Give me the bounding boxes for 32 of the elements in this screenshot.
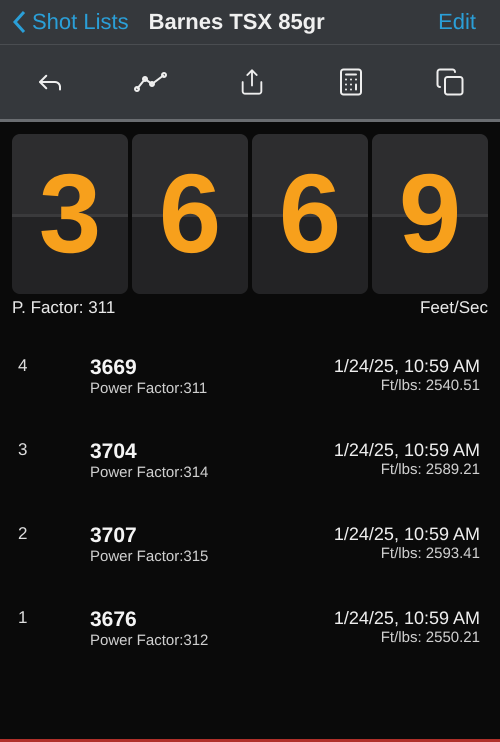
edit-button[interactable]: Edit	[438, 9, 488, 35]
shot-number: 3	[18, 440, 28, 461]
shot-number: 4	[18, 356, 28, 377]
shot-energy: Ft/lbs: 2550.21	[380, 629, 480, 646]
digit-card: 6	[252, 134, 368, 294]
shot-time: 1/24/25, 10:59 AM	[334, 440, 480, 461]
shot-power-factor: Power Factor:312	[90, 632, 210, 649]
shot-time: 1/24/25, 10:59 AM	[334, 356, 480, 377]
shot-number: 2	[18, 524, 28, 545]
copy-icon[interactable]	[435, 67, 466, 97]
digit-card: 6	[132, 134, 248, 294]
digit-card: 9	[372, 134, 488, 294]
shot-number: 1	[18, 608, 28, 629]
shot-velocity: 3676	[90, 608, 138, 632]
shot-power-factor: Power Factor:314	[90, 464, 210, 481]
shot-energy: Ft/lbs: 2540.51	[380, 377, 480, 394]
shot-energy: Ft/lbs: 2593.41	[380, 545, 480, 562]
shot-velocity: 3704	[90, 440, 138, 464]
shot-power-factor: Power Factor:311	[90, 380, 208, 397]
shot-time: 1/24/25, 10:59 AM	[334, 524, 480, 545]
line-chart-icon[interactable]	[134, 72, 168, 92]
shot-velocity: 3669	[90, 356, 138, 380]
back-button[interactable]: Shot Lists	[12, 9, 129, 35]
unit-label: Feet/Sec	[420, 298, 488, 318]
shot-power-factor: Power Factor:315	[90, 548, 210, 565]
power-factor-label: P. Factor: 311	[12, 298, 116, 318]
shot-energy: Ft/lbs: 2589.21	[380, 461, 480, 478]
digit-card: 3	[12, 134, 128, 294]
shot-time: 1/24/25, 10:59 AM	[334, 608, 480, 629]
chevron-left-icon	[12, 10, 26, 34]
screen-title: Barnes TSX 85gr	[148, 9, 326, 35]
shot-velocity: 3707	[90, 524, 138, 548]
